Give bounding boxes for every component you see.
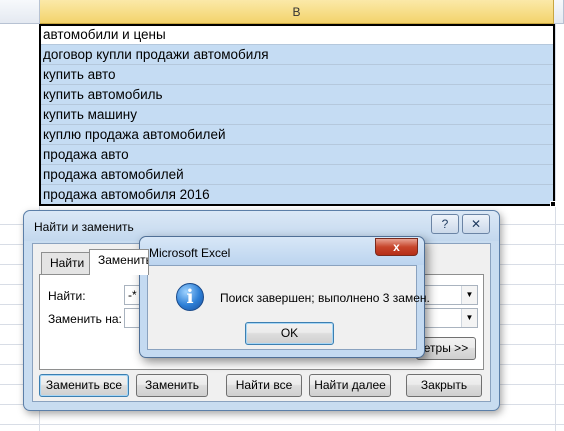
replace-label: Заменить на: xyxy=(48,312,122,326)
message-close-button[interactable]: x xyxy=(375,238,418,256)
close-button[interactable]: Закрыть xyxy=(406,374,482,397)
message-title: Microsoft Excel xyxy=(149,246,231,260)
replace-button[interactable]: Заменить xyxy=(136,374,208,397)
find-all-button[interactable]: Найти все xyxy=(226,374,302,397)
find-input-value: -* xyxy=(128,288,137,302)
column-c-header[interactable] xyxy=(554,0,564,24)
cell-b2[interactable]: договор купли продажи автомобиля xyxy=(40,45,553,65)
tab-replace[interactable]: Заменить xyxy=(89,249,149,275)
cell-b4[interactable]: купить автомобиль xyxy=(40,85,553,105)
gridline xyxy=(0,424,564,425)
cell-b9[interactable]: продажа автомобиля 2016 xyxy=(40,185,553,205)
params-button[interactable]: етры >> xyxy=(416,337,476,360)
cell-b3[interactable]: купить авто xyxy=(40,65,553,85)
cell-b1[interactable]: автомобили и цены xyxy=(40,25,553,45)
dialog-close-button[interactable]: ✕ xyxy=(462,214,490,234)
cell-b7[interactable]: продажа авто xyxy=(40,145,553,165)
fill-handle[interactable] xyxy=(550,201,556,207)
cell-b6[interactable]: куплю продажа автомобилей xyxy=(40,125,553,145)
column-b-header[interactable]: B xyxy=(40,0,554,24)
ok-button[interactable]: OK xyxy=(245,322,334,345)
cell-b5[interactable]: купить машину xyxy=(40,105,553,125)
information-icon: i xyxy=(176,283,204,311)
tab-find[interactable]: Найти xyxy=(41,252,94,274)
close-icon: x xyxy=(393,240,400,254)
message-text: Поиск завершен; выполнено 3 замен. xyxy=(220,291,430,305)
message-body: i Поиск завершен; выполнено 3 замен. OK xyxy=(147,265,430,350)
replace-all-button[interactable]: Заменить все xyxy=(39,374,129,397)
dialog-title: Найти и заменить xyxy=(34,220,134,234)
cell-b8[interactable]: продажа автомобилей xyxy=(40,165,553,185)
close-icon: ✕ xyxy=(470,217,482,231)
find-next-button[interactable]: Найти далее xyxy=(309,374,391,397)
message-box: Microsoft Excel x i Поиск завершен; выпо… xyxy=(139,236,430,358)
message-titlebar[interactable]: Microsoft Excel x xyxy=(140,237,424,265)
help-icon: ? xyxy=(441,217,449,231)
chevron-down-icon[interactable]: ▼ xyxy=(461,309,477,327)
help-button[interactable]: ? xyxy=(431,214,459,234)
gridline xyxy=(555,24,556,431)
chevron-down-icon[interactable]: ▼ xyxy=(461,286,477,304)
find-label: Найти: xyxy=(48,289,86,303)
column-a-header[interactable] xyxy=(0,0,40,24)
